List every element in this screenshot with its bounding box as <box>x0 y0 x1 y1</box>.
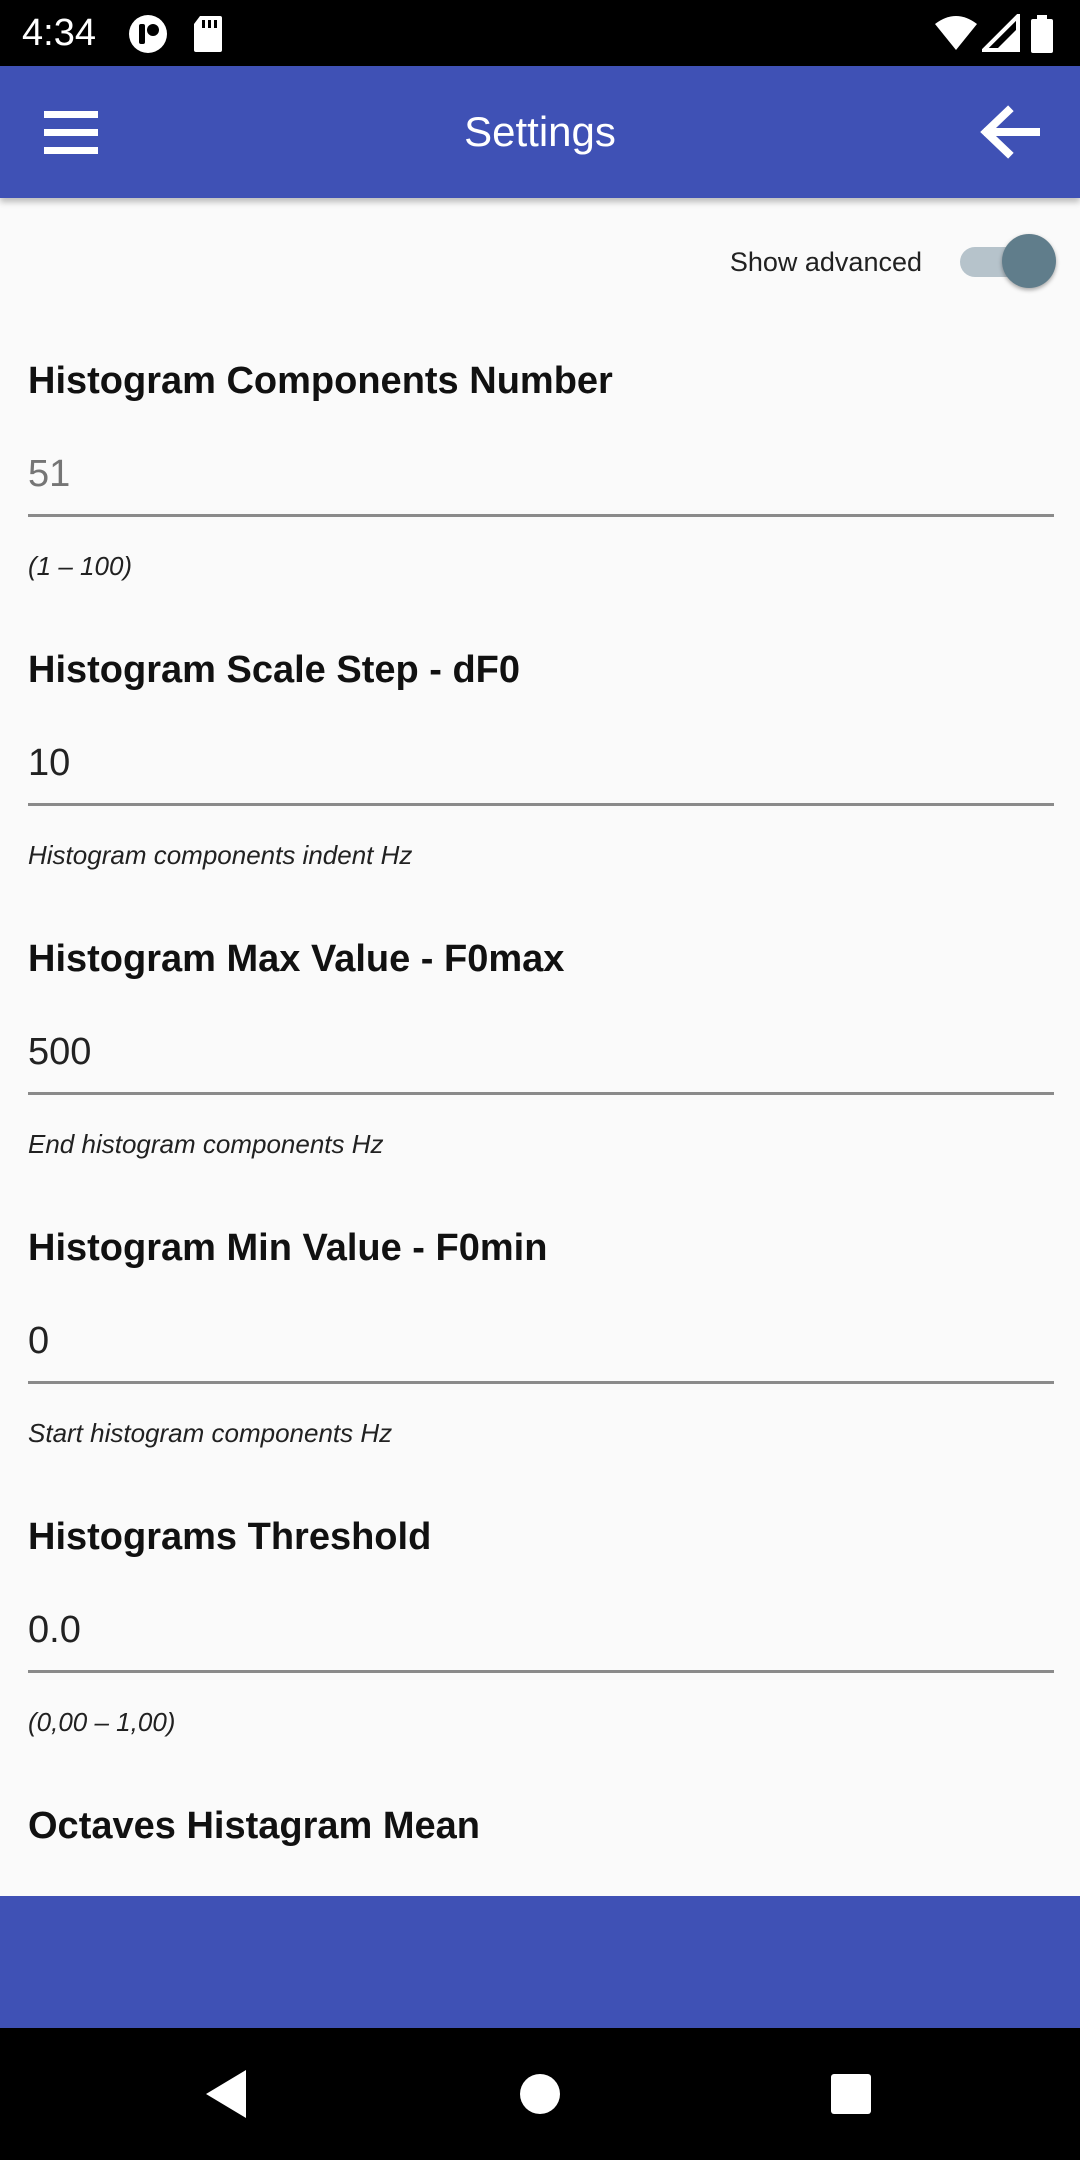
circle-badge-icon <box>129 15 167 53</box>
histogram-min-value-input[interactable] <box>28 1301 1054 1384</box>
hamburger-menu-icon <box>44 111 98 154</box>
toggle-thumb <box>1002 234 1056 288</box>
wifi-icon <box>935 16 977 50</box>
nav-recents-button[interactable] <box>811 2056 891 2132</box>
arrow-back-icon <box>980 105 1040 159</box>
show-advanced-label: Show advanced <box>729 246 922 277</box>
menu-button[interactable] <box>28 96 114 168</box>
settings-list: Histogram Components Number (1 – 100) Hi… <box>28 348 1054 1896</box>
setting-histogram-scale-step: Histogram Scale Step - dF0 Histogram com… <box>28 637 1054 926</box>
setting-title: Histogram Components Number <box>28 360 613 402</box>
status-bar: 4:34 <box>0 0 1080 66</box>
setting-histogram-max-value: Histogram Max Value - F0max End histogra… <box>28 926 1054 1215</box>
histograms-threshold-input[interactable] <box>28 1590 1054 1673</box>
signal-icon <box>982 14 1020 52</box>
histogram-components-number-input[interactable] <box>28 434 1054 517</box>
settings-content[interactable]: Show advanced Histogram Components Numbe… <box>0 198 1080 1896</box>
setting-hint: Start histogram components Hz <box>28 1418 393 1448</box>
setting-octaves-histagram-mean: Octaves Histagram Mean <box>28 1793 1054 1896</box>
sd-card-icon <box>194 16 222 52</box>
histogram-scale-step-input[interactable] <box>28 723 1054 806</box>
nav-back-icon <box>206 2070 246 2118</box>
setting-histogram-components-number: Histogram Components Number (1 – 100) <box>28 348 1054 637</box>
setting-hint: (0,00 – 1,00) <box>28 1707 176 1737</box>
navigation-bar <box>0 2028 1080 2160</box>
setting-histogram-min-value: Histogram Min Value - F0min Start histog… <box>28 1215 1054 1504</box>
setting-title: Histograms Threshold <box>28 1516 432 1558</box>
show-advanced-row: Show advanced <box>730 232 1056 292</box>
app-bar: Settings <box>0 66 1080 198</box>
setting-title: Histogram Min Value - F0min <box>28 1227 548 1269</box>
setting-title: Octaves Histagram Mean <box>28 1805 480 1847</box>
nav-back-button[interactable] <box>186 2056 266 2132</box>
setting-histograms-threshold: Histograms Threshold (0,00 – 1,00) <box>28 1504 1054 1793</box>
setting-hint: (1 – 100) <box>28 551 133 581</box>
histogram-max-value-input[interactable] <box>28 1012 1054 1095</box>
setting-hint: Histogram components indent Hz <box>28 840 413 870</box>
nav-recents-icon <box>831 2074 871 2114</box>
nav-home-icon <box>520 2074 560 2114</box>
setting-title: Histogram Max Value - F0max <box>28 938 565 980</box>
setting-title: Histogram Scale Step - dF0 <box>28 649 521 691</box>
show-advanced-toggle[interactable] <box>956 232 1056 292</box>
back-button[interactable] <box>966 96 1052 168</box>
status-time: 4:34 <box>22 12 96 54</box>
setting-hint: End histogram components Hz <box>28 1129 384 1159</box>
bottom-bar <box>0 1896 1080 2028</box>
page-title: Settings <box>464 108 616 155</box>
battery-icon <box>1031 15 1053 53</box>
nav-home-button[interactable] <box>500 2056 580 2132</box>
